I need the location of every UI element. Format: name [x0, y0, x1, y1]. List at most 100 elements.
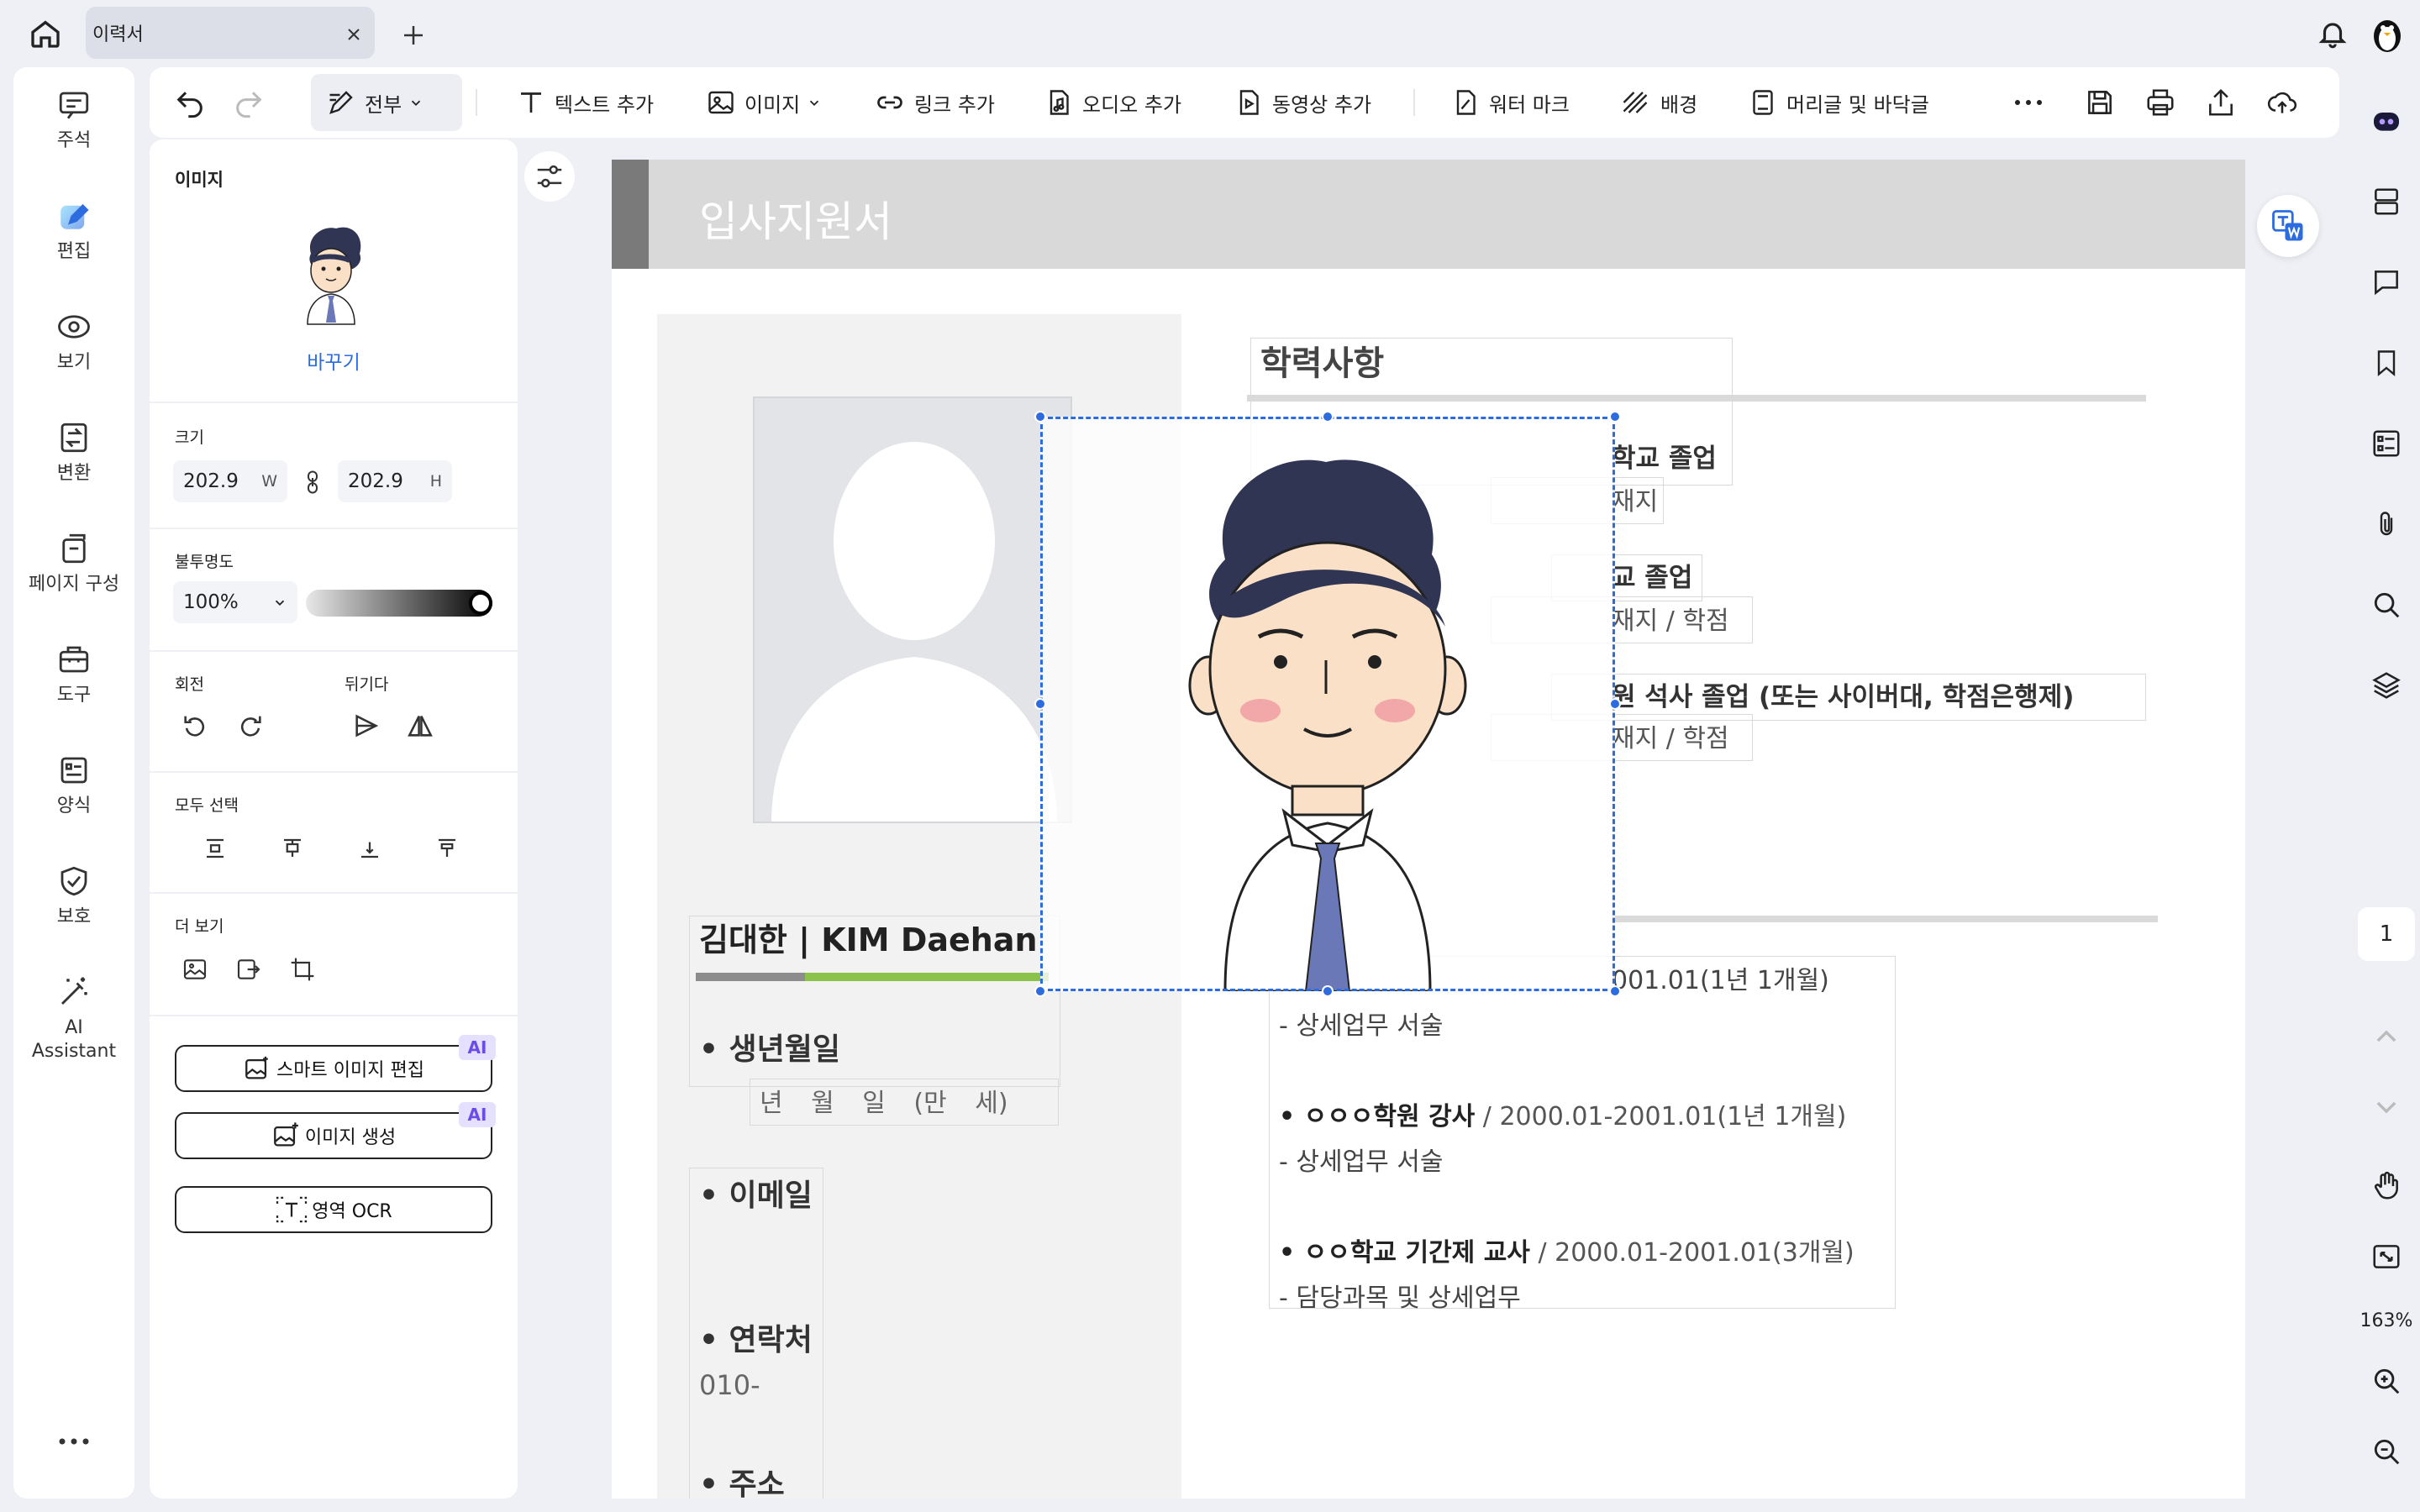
toolbar-more-button[interactable]	[2013, 67, 2044, 138]
next-page-button[interactable]	[2366, 1087, 2407, 1127]
watermark-button[interactable]: 워터 마크	[1450, 67, 1570, 138]
smart-image-edit-button[interactable]: 스마트 이미지 편집 AI	[175, 1035, 496, 1092]
birth-label[interactable]: • 생년월일	[699, 1025, 840, 1068]
edu-item-2[interactable]: 교 졸업	[1612, 556, 1692, 594]
edu-item-2-sub[interactable]: 재지 / 학점	[1612, 600, 1729, 637]
home-button[interactable]	[24, 12, 67, 55]
tab-close-button[interactable]	[339, 20, 368, 49]
contact-value[interactable]: 010-	[699, 1369, 760, 1401]
resize-handle[interactable]	[1034, 985, 1046, 997]
zoom-out-button[interactable]	[2366, 1431, 2407, 1472]
edit-mode-dropdown[interactable]: 전부	[311, 74, 462, 131]
address-label[interactable]: • 주소	[699, 1460, 785, 1499]
previous-page-button[interactable]	[2366, 1016, 2407, 1057]
contact-label[interactable]: • 연락처	[699, 1315, 813, 1359]
undo-button[interactable]	[173, 67, 207, 138]
opacity-select[interactable]: 100%	[173, 581, 297, 623]
lock-aspect-ratio-button[interactable]	[292, 462, 333, 502]
align-middle-button[interactable]	[272, 828, 313, 869]
edu-item-3[interactable]: 원 석사 졸업 (또는 사이버대, 학점은행제)	[1612, 675, 2074, 713]
add-link-button[interactable]: 링크 추가	[874, 67, 995, 138]
notification-button[interactable]	[2312, 13, 2353, 54]
area-ocr-button[interactable]: 영역 OCR	[175, 1186, 492, 1233]
nav-item-edit[interactable]: 편집	[13, 198, 134, 264]
career-1-period[interactable]: 001.01(1년 1개월)	[1612, 959, 1829, 996]
save-button[interactable]	[2084, 67, 2116, 138]
resize-handle[interactable]	[1034, 411, 1046, 423]
resize-handle[interactable]	[1609, 411, 1621, 423]
replace-image-icon-button[interactable]	[175, 949, 215, 990]
nav-item-view[interactable]: 보기	[13, 309, 134, 375]
page-number-input[interactable]: 1	[2358, 907, 2415, 961]
share-export-button[interactable]	[2205, 67, 2237, 138]
align-top-button[interactable]	[195, 828, 235, 869]
zoom-level[interactable]: 163%	[2353, 1310, 2420, 1336]
zoom-in-button[interactable]	[2366, 1361, 2407, 1401]
align-bottom-button[interactable]	[350, 828, 390, 869]
flip-horizontal-button[interactable]	[400, 706, 440, 746]
document-title[interactable]: 입사지원서	[699, 188, 892, 249]
user-avatar[interactable]	[2366, 12, 2408, 54]
add-audio-button[interactable]: 오디오 추가	[1044, 67, 1181, 138]
comments-panel-button[interactable]	[2366, 262, 2407, 302]
rotate-left-button[interactable]	[175, 706, 215, 746]
opacity-slider-handle[interactable]	[469, 591, 492, 615]
birth-value[interactable]: 년 월 일 (만 세)	[760, 1082, 1008, 1119]
image-dropdown-button[interactable]: 이미지	[706, 67, 822, 138]
resize-handle[interactable]	[1322, 985, 1334, 997]
document-tab[interactable]: 이력서	[86, 7, 375, 59]
nav-item-page-organize[interactable]: 페이지 구성	[13, 531, 134, 596]
rotate-right-button[interactable]	[230, 706, 271, 746]
extract-image-button[interactable]	[229, 949, 269, 990]
align-distribute-button[interactable]	[427, 828, 467, 869]
nav-more-button[interactable]	[13, 1436, 134, 1446]
translate-button[interactable]	[2257, 195, 2319, 257]
resize-handle[interactable]	[1034, 698, 1046, 710]
nav-item-convert[interactable]: 변환	[13, 420, 134, 486]
layers-button[interactable]	[2366, 665, 2407, 706]
form-fields-button[interactable]	[2366, 423, 2407, 464]
replace-image-button[interactable]: 바꾸기	[150, 346, 518, 375]
nav-item-comment[interactable]: 주석	[13, 87, 134, 153]
career-3-line[interactable]: • ㅇㅇ학교 기간제 교사 / 2000.01-2001.01(3개월)	[1279, 1231, 1854, 1268]
applicant-name[interactable]: 김대한 | KIM Daehan	[699, 914, 1038, 960]
filter-settings-button[interactable]	[524, 151, 575, 202]
resize-handle[interactable]	[1609, 985, 1621, 997]
attachments-button[interactable]	[2366, 504, 2407, 544]
nav-item-ai-assistant[interactable]: AI Assistant	[13, 974, 134, 1063]
height-input[interactable]: 202.9 H	[338, 460, 452, 502]
nav-item-form[interactable]: 양식	[13, 753, 134, 818]
edu-item-1-sub[interactable]: 재지	[1612, 480, 1658, 517]
cloud-upload-button[interactable]	[2265, 67, 2299, 138]
header-footer-button[interactable]: 머리글 및 바닥글	[1748, 67, 1929, 138]
add-text-button[interactable]: 텍스트 추가	[516, 67, 654, 138]
nav-item-tools[interactable]: 도구	[13, 642, 134, 707]
resize-handle[interactable]	[1609, 698, 1621, 710]
edu-item-1[interactable]: 학교 졸업	[1612, 437, 1717, 475]
hand-tool-button[interactable]	[2366, 1166, 2407, 1206]
add-video-button[interactable]: 동영상 추가	[1234, 67, 1371, 138]
page-thumbnails-button[interactable]	[2366, 181, 2407, 222]
career-1-detail[interactable]: - 상세업무 서술	[1279, 1005, 1444, 1042]
bookmarks-button[interactable]	[2366, 343, 2407, 383]
search-button[interactable]	[2366, 585, 2407, 625]
generate-image-button[interactable]: 이미지 생성 AI	[175, 1102, 496, 1159]
email-label[interactable]: • 이메일	[699, 1171, 813, 1215]
selection-box[interactable]	[1040, 417, 1615, 991]
career-3-detail[interactable]: - 담당과목 및 상세업무	[1279, 1277, 1521, 1314]
print-button[interactable]	[2144, 67, 2176, 138]
crop-button[interactable]	[282, 949, 323, 990]
fit-page-button[interactable]	[2366, 1236, 2407, 1277]
new-tab-button[interactable]	[395, 17, 432, 54]
width-input[interactable]: 202.9 W	[173, 460, 287, 502]
opacity-slider[interactable]	[306, 590, 492, 617]
ai-robot-button[interactable]	[2366, 101, 2407, 141]
edu-item-3-sub[interactable]: 재지 / 학점	[1612, 717, 1729, 754]
career-2-detail[interactable]: - 상세업무 서술	[1279, 1141, 1444, 1178]
career-2-line[interactable]: • ㅇㅇㅇ학원 강사 / 2000.01-2001.01(1년 1개월)	[1279, 1095, 1846, 1132]
resize-handle[interactable]	[1322, 411, 1334, 423]
redo-button[interactable]	[232, 67, 266, 138]
nav-item-protect[interactable]: 보호	[13, 864, 134, 929]
edu-heading[interactable]: 학력사항	[1260, 336, 1384, 385]
photo-placeholder[interactable]	[753, 396, 1072, 823]
